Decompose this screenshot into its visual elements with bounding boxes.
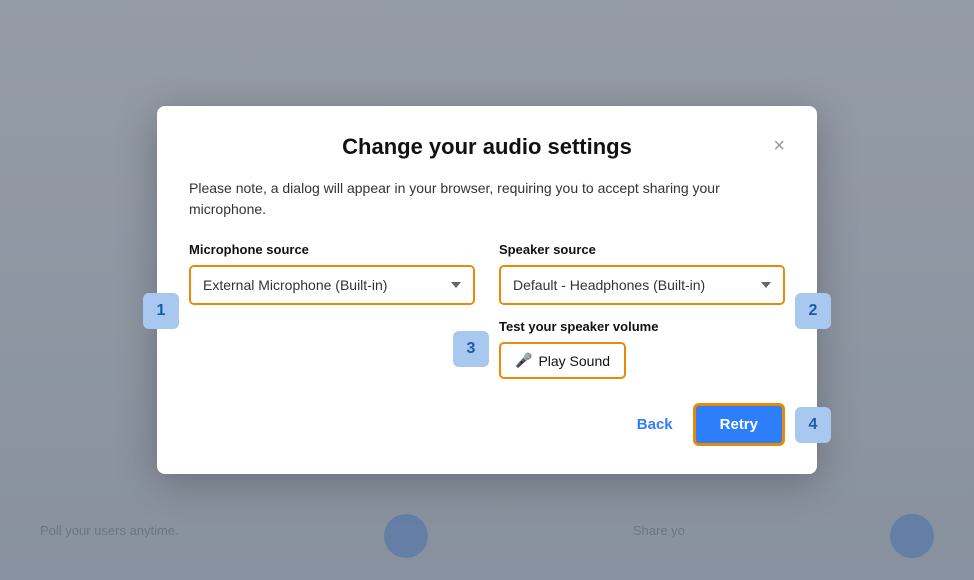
speaker-select-wrapper: Default - Headphones (Built-in) Headphon…: [499, 265, 785, 305]
step-badge-4: 4: [795, 407, 831, 443]
step-badge-2: 2: [795, 293, 831, 329]
speaker-test-label: Test your speaker volume: [499, 319, 785, 334]
modal-header: Change your audio settings ×: [189, 134, 785, 160]
retry-button[interactable]: Retry: [693, 403, 785, 446]
microphone-column: 1 Microphone source External Microphone …: [189, 242, 475, 379]
speaker-test-section: 3 Test your speaker volume 🎤 Play Sound: [499, 319, 785, 379]
step-badge-3: 3: [453, 331, 489, 367]
back-button[interactable]: Back: [637, 416, 673, 433]
modal-description: Please note, a dialog will appear in you…: [189, 178, 785, 220]
play-sound-button[interactable]: 🎤 Play Sound: [499, 342, 626, 379]
close-button[interactable]: ×: [773, 136, 785, 156]
settings-row: 1 Microphone source External Microphone …: [189, 242, 785, 379]
speaker-column: 2 Speaker source Default - Headphones (B…: [499, 242, 785, 379]
play-sound-label: Play Sound: [538, 353, 610, 369]
microphone-select[interactable]: External Microphone (Built-in) Default -…: [191, 267, 473, 303]
modal-title: Change your audio settings: [342, 134, 632, 159]
modal-footer: 4 Back Retry: [189, 403, 785, 446]
speaker-select[interactable]: Default - Headphones (Built-in) Headphon…: [501, 267, 783, 303]
microphone-icon: 🎤: [515, 352, 532, 369]
speaker-label: Speaker source: [499, 242, 785, 257]
audio-settings-modal: Change your audio settings × Please note…: [157, 106, 817, 474]
microphone-label: Microphone source: [189, 242, 475, 257]
modal-overlay: Change your audio settings × Please note…: [0, 0, 974, 580]
microphone-select-wrapper: External Microphone (Built-in) Default -…: [189, 265, 475, 305]
step-badge-1: 1: [143, 293, 179, 329]
